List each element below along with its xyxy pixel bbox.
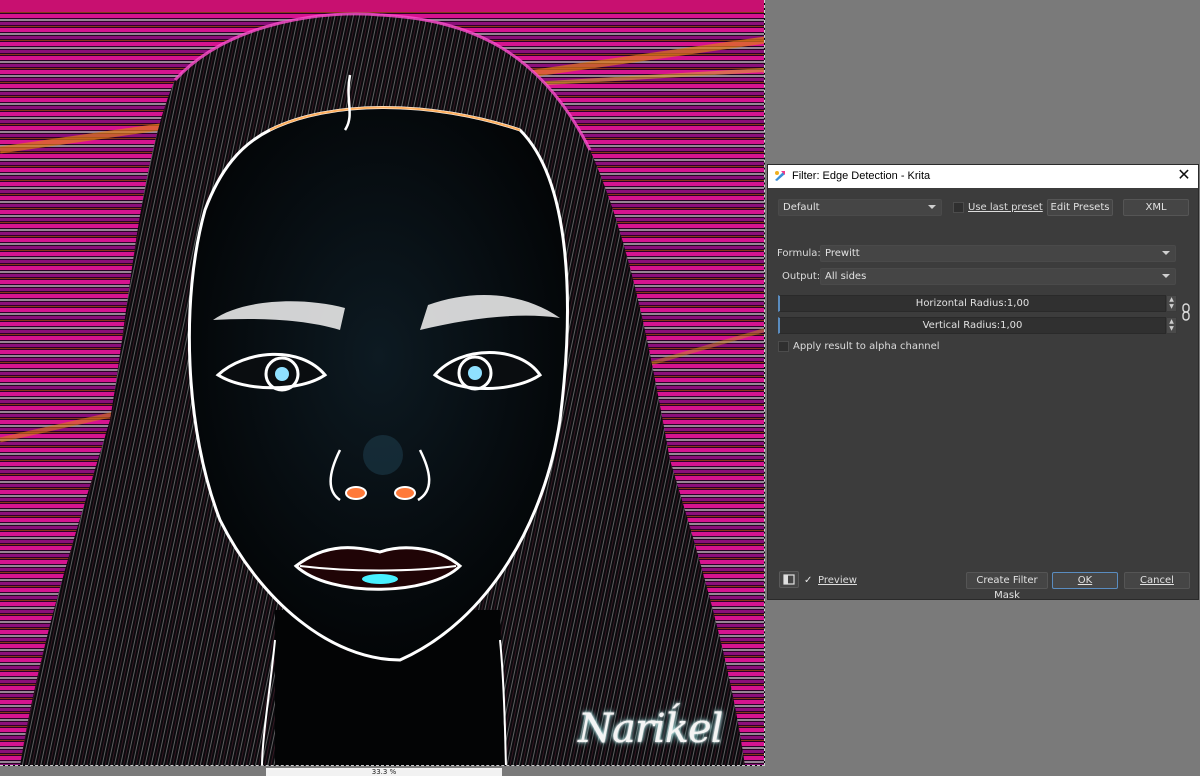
chevron-down-icon [928,205,936,209]
output-select-value: All sides [825,271,867,282]
dialog-title: Filter: Edge Detection - Krita [792,170,931,182]
edit-presets-button[interactable]: Edit Presets [1047,199,1113,216]
edge-detection-dialog: Filter: Edge Detection - Krita ✕ Default… [767,164,1199,601]
preset-select-value: Default [783,202,820,213]
split-view-icon [783,574,795,585]
krita-icon [774,170,786,185]
formula-label: Formula: [777,248,821,259]
output-select[interactable]: All sides [820,268,1176,285]
preview-check-icon[interactable]: ✓ [804,574,812,587]
cancel-button[interactable]: Cancel [1124,572,1190,589]
use-last-preset-label[interactable]: Use last preset [968,201,1043,214]
vertical-radius-slider[interactable]: Vertical Radius:1,00 [778,317,1166,334]
horizontal-radius-spin[interactable]: ▲ ▼ [1166,295,1177,312]
split-view-button[interactable] [779,571,799,588]
chevron-down-icon [1162,274,1170,278]
formula-select-value: Prewitt [825,248,860,259]
formula-select[interactable]: Prewitt [820,245,1176,262]
canvas-status-strip: 33.3 % [266,768,502,776]
edge-detected-portrait [0,0,764,765]
output-label: Output: [782,271,821,282]
chain-link-icon[interactable] [1181,303,1191,324]
chevron-down-icon [1162,251,1170,255]
preview-label[interactable]: Preview [818,574,857,587]
image-canvas[interactable]: Nariḱel [0,0,765,766]
create-filter-mask-button[interactable]: Create Filter Mask [966,572,1048,601]
apply-alpha-label[interactable]: Apply result to alpha channel [793,340,940,353]
close-icon[interactable]: ✕ [1170,165,1198,188]
xml-button[interactable]: XML [1123,199,1189,216]
apply-alpha-checkbox[interactable] [778,341,789,352]
use-last-preset-checkbox[interactable] [953,202,964,213]
ok-button[interactable]: OK [1052,572,1118,589]
horizontal-radius-slider[interactable]: Horizontal Radius:1,00 [778,295,1166,312]
vertical-radius-spin[interactable]: ▲ ▼ [1166,317,1177,334]
dialog-titlebar[interactable]: Filter: Edge Detection - Krita ✕ [768,165,1198,188]
preset-select[interactable]: Default [778,199,942,216]
artist-signature: Nariḱel [578,706,723,752]
